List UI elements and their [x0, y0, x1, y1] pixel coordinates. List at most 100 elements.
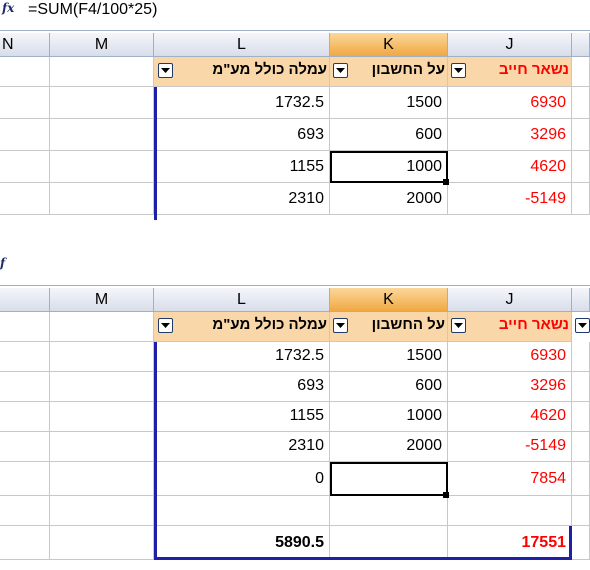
empty-cell[interactable]: [0, 496, 50, 526]
empty-cell[interactable]: [0, 432, 50, 462]
cell-j[interactable]: [448, 496, 572, 526]
cell-l[interactable]: 2310: [154, 183, 330, 215]
empty-cell[interactable]: [50, 312, 154, 342]
table-header-l[interactable]: עמלה כולל מע"מ: [154, 312, 330, 342]
empty-cell[interactable]: [0, 402, 50, 432]
empty-cell[interactable]: [0, 342, 50, 372]
cell-j[interactable]: 6930: [448, 87, 572, 119]
empty-cell[interactable]: [50, 183, 154, 215]
empty-cell[interactable]: [572, 372, 590, 402]
empty-cell[interactable]: [50, 57, 154, 87]
empty-cell[interactable]: [572, 151, 590, 183]
col-header-j[interactable]: J: [448, 288, 572, 312]
bottom-panel: ƒ M L K J עמלה כולל מע"מ על החשבון נשאר …: [0, 255, 590, 570]
empty-cell[interactable]: [50, 119, 154, 151]
empty-cell[interactable]: [50, 496, 154, 526]
cell-k[interactable]: 600: [330, 372, 448, 402]
empty-cell[interactable]: [50, 342, 154, 372]
empty-cell[interactable]: [0, 151, 50, 183]
empty-cell[interactable]: [572, 87, 590, 119]
empty-cell[interactable]: [572, 432, 590, 462]
cell-j[interactable]: 3296: [448, 119, 572, 151]
empty-cell[interactable]: [572, 119, 590, 151]
cell-j[interactable]: 4620: [448, 402, 572, 432]
cell-k[interactable]: 1500: [330, 342, 448, 372]
cell-j[interactable]: -5149: [448, 183, 572, 215]
cell-l[interactable]: 1732.5: [154, 87, 330, 119]
cell-j[interactable]: 4620: [448, 151, 572, 183]
empty-cell[interactable]: [50, 87, 154, 119]
table-header-j[interactable]: נשאר חייב: [448, 57, 572, 87]
cell-l[interactable]: 2310: [154, 432, 330, 462]
col-header-blank: [572, 33, 590, 57]
cell-k[interactable]: 600: [330, 119, 448, 151]
formula-input[interactable]: =SUM(F4/100*25): [28, 1, 157, 19]
filter-dropdown-icon[interactable]: [451, 318, 466, 333]
empty-cell[interactable]: [572, 496, 590, 526]
empty-cell[interactable]: [572, 57, 590, 87]
cell-l[interactable]: 693: [154, 372, 330, 402]
filter-dropdown-icon[interactable]: [333, 63, 348, 78]
empty-cell[interactable]: [0, 372, 50, 402]
empty-cell[interactable]: [50, 462, 154, 496]
total-l[interactable]: 5890.5: [154, 526, 330, 560]
cell-j[interactable]: 3296: [448, 372, 572, 402]
cell-l[interactable]: 1155: [154, 151, 330, 183]
col-header-k[interactable]: K: [330, 288, 448, 312]
filter-dropdown-icon[interactable]: [333, 318, 348, 333]
empty-cell[interactable]: [572, 402, 590, 432]
cell-l[interactable]: 1155: [154, 402, 330, 432]
col-header-n[interactable]: N: [0, 33, 50, 57]
empty-cell[interactable]: [0, 526, 50, 560]
filter-dropdown-icon[interactable]: [575, 318, 590, 333]
fill-handle[interactable]: [443, 492, 449, 498]
cell-k[interactable]: 1500: [330, 87, 448, 119]
col-header-m[interactable]: M: [50, 33, 154, 57]
empty-cell[interactable]: [50, 526, 154, 560]
col-header-k[interactable]: K: [330, 33, 448, 57]
col-header-j[interactable]: J: [448, 33, 572, 57]
total-k[interactable]: [330, 526, 448, 560]
empty-cell[interactable]: [0, 462, 50, 496]
cell-j[interactable]: -5149: [448, 432, 572, 462]
empty-cell[interactable]: [0, 57, 50, 87]
empty-cell[interactable]: [50, 402, 154, 432]
empty-cell[interactable]: [0, 119, 50, 151]
table-header-label: על החשבון: [371, 316, 445, 333]
table-header-l[interactable]: עמלה כולל מע"מ: [154, 57, 330, 87]
empty-cell[interactable]: [0, 87, 50, 119]
empty-cell[interactable]: [572, 183, 590, 215]
cell-l[interactable]: [154, 496, 330, 526]
total-j[interactable]: 17551: [448, 526, 572, 560]
active-cell-border: [330, 151, 448, 183]
cell-l[interactable]: 693: [154, 119, 330, 151]
empty-cell[interactable]: [572, 462, 590, 496]
filter-dropdown-icon[interactable]: [451, 63, 466, 78]
cell-l[interactable]: 0: [154, 462, 330, 496]
table-header-j[interactable]: נשאר חייב: [448, 312, 572, 342]
empty-cell[interactable]: [50, 151, 154, 183]
cell-k[interactable]: [330, 496, 448, 526]
empty-cell[interactable]: [0, 183, 50, 215]
fx-icon[interactable]: ƒ: [0, 256, 5, 270]
formula-bar: ƒ: [0, 255, 590, 286]
empty-cell[interactable]: [572, 342, 590, 372]
filter-dropdown-icon[interactable]: [158, 318, 173, 333]
cell-k[interactable]: 1000: [330, 402, 448, 432]
cell-k[interactable]: 2000: [330, 183, 448, 215]
formula-bar: fx =SUM(F4/100*25): [0, 0, 590, 31]
cell-j[interactable]: 7854: [448, 462, 572, 496]
empty-cell[interactable]: [572, 526, 590, 560]
fill-handle[interactable]: [443, 179, 449, 185]
fx-icon[interactable]: fx: [2, 1, 14, 15]
empty-cell[interactable]: [50, 372, 154, 402]
filter-dropdown-icon[interactable]: [158, 63, 173, 78]
col-header-l[interactable]: L: [154, 33, 330, 57]
cell-j[interactable]: 6930: [448, 342, 572, 372]
empty-cell[interactable]: [50, 432, 154, 462]
col-header-m[interactable]: M: [50, 288, 154, 312]
col-header-l[interactable]: L: [154, 288, 330, 312]
empty-cell[interactable]: [0, 312, 50, 342]
cell-k[interactable]: 2000: [330, 432, 448, 462]
cell-l[interactable]: 1732.5: [154, 342, 330, 372]
